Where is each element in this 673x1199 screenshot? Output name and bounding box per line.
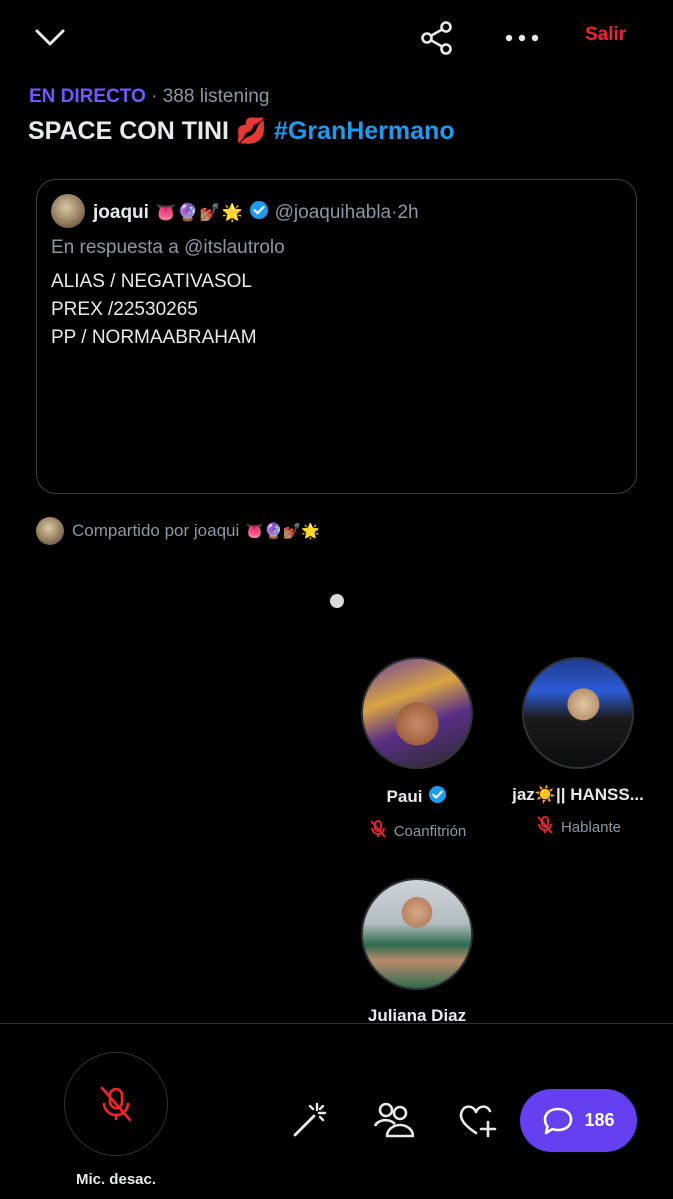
page-indicator [330, 594, 344, 608]
share-icon[interactable] [415, 16, 459, 60]
name-emojis: 👅🔮💅🏽🌟 [154, 203, 244, 222]
avatar[interactable] [361, 878, 473, 990]
speaker-name-row: Paui [342, 785, 492, 809]
verified-badge-icon [428, 785, 447, 809]
more-icon[interactable] [500, 18, 544, 58]
heart-add-icon[interactable] [455, 1098, 499, 1142]
speaker-role-row: Coanfitrión [342, 819, 492, 843]
speaker-name: jaz☀️|| HANSS... [512, 785, 644, 804]
separator: · [151, 86, 158, 107]
shared-by-text: Compartido por joaqui [72, 521, 240, 540]
redacted-area [500, 870, 650, 1030]
mic-muted-icon [368, 819, 388, 843]
tweet-line: PP / NORMAABRAHAM [51, 327, 257, 348]
tweet-author-name[interactable]: joaqui [93, 202, 149, 224]
divider [0, 1023, 673, 1024]
redacted-area [20, 630, 340, 1030]
tweet-timestamp: 2h [397, 202, 419, 223]
speaker-tile[interactable]: jaz☀️|| HANSS... Hablante [503, 657, 653, 839]
speaker-name: Paui [386, 787, 423, 806]
tweet-line: ALIAS / NEGATIVASOL [51, 271, 252, 292]
space-title: SPACE CON TINI 💋 #GranHermano [28, 117, 455, 146]
comment-icon [544, 1107, 573, 1134]
tweet-line: PREX /22530265 [51, 299, 198, 320]
reply-context: En respuesta a @itslautrolo [51, 237, 285, 258]
space-title-text: SPACE CON TINI 💋 [28, 117, 268, 145]
avatar [36, 517, 64, 545]
live-tag: EN DIRECTO [29, 86, 146, 107]
tweet-author-handle: @joaquihabla [274, 202, 392, 223]
shared-by: Compartido por joaqui 👅🔮💅🏽🌟 [36, 517, 320, 545]
hashtag-link[interactable]: #GranHermano [274, 117, 455, 145]
speaker-tile[interactable]: Paui Coanfitrión [342, 657, 492, 843]
leave-button[interactable]: Salir [585, 24, 626, 46]
mic-label: Mic. desac. [75, 1171, 157, 1188]
speaker-tile[interactable]: Juliana Diaz [342, 878, 492, 1026]
mic-muted-icon [535, 815, 555, 839]
live-status: EN DIRECTO · 388 listening [29, 86, 269, 108]
people-icon[interactable] [371, 1098, 415, 1142]
mic-muted-icon [100, 1086, 132, 1122]
mic-toggle-button[interactable] [64, 1052, 168, 1156]
speaker-name-row: jaz☀️|| HANSS... [503, 785, 653, 805]
magic-wand-icon[interactable] [288, 1098, 332, 1142]
speaker-role: Hablante [560, 818, 622, 836]
shared-by-emojis: 👅🔮💅🏽🌟 [245, 523, 320, 540]
avatar[interactable] [361, 657, 473, 769]
tweet-body: ALIAS / NEGATIVASOL PREX /22530265 PP / … [51, 268, 257, 352]
pinned-tweet-card[interactable]: joaqui 👅🔮💅🏽🌟 @joaquihabla · 2h En respue… [36, 179, 637, 494]
chevron-down-icon[interactable] [30, 20, 70, 56]
verified-badge-icon [249, 200, 269, 226]
avatar[interactable] [51, 194, 85, 228]
tweet-header: joaqui 👅🔮💅🏽🌟 @joaquihabla · 2h [93, 200, 419, 226]
speaker-role-row: Hablante [503, 815, 653, 839]
top-bar: Salir [0, 0, 673, 78]
comments-button[interactable]: 186 [520, 1089, 637, 1152]
comment-count: 186 [584, 1110, 615, 1130]
avatar[interactable] [522, 657, 634, 769]
listener-count: 388 listening [162, 86, 270, 107]
speaker-role: Coanfitrión [393, 822, 467, 840]
